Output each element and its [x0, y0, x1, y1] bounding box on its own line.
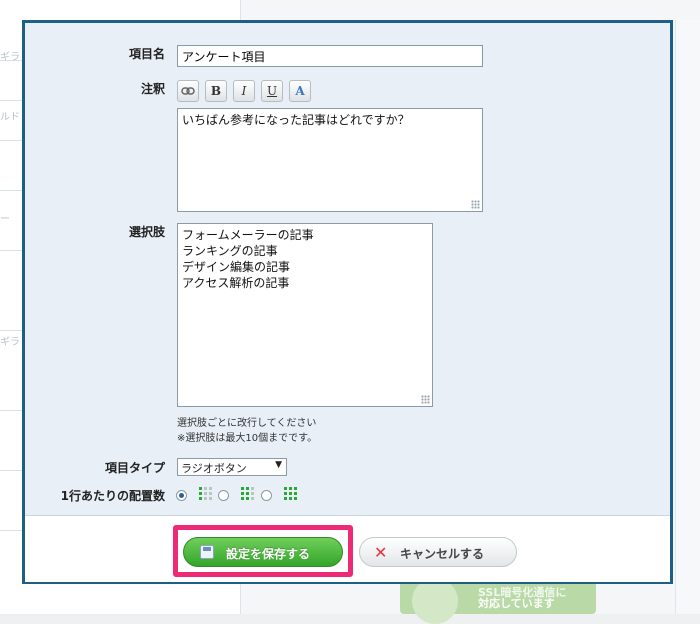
item-name-label: 項目名: [128, 47, 165, 61]
resize-grip-icon[interactable]: [421, 395, 430, 404]
note-label: 注釈: [140, 82, 165, 96]
choice-item: フォームメーラーの記事: [182, 228, 314, 242]
highlight-frame: [173, 525, 353, 577]
item-type-selected: ラジオボタン: [181, 462, 247, 475]
layout-radio-3[interactable]: [261, 490, 272, 501]
background-label: ー: [0, 214, 10, 225]
layout-count-label: 1行あたりの配置数: [60, 489, 165, 503]
resize-grip-icon[interactable]: [471, 200, 480, 209]
form-area: 項目名 注釈 B I U A いちばん参考になった記事はどれですか？ 選択肢 フ…: [25, 23, 670, 515]
text-color-button[interactable]: A: [289, 80, 311, 102]
cancel-label: キャンセルする: [400, 547, 485, 561]
cancel-button[interactable]: ✕ キャンセルする: [359, 537, 517, 567]
choices-label: 選択肢: [128, 225, 165, 239]
layout-radio-2[interactable]: [218, 490, 229, 501]
choices-textarea[interactable]: フォームメーラーの記事 ランキングの記事 デザイン編集の記事 アクセス解析の記事: [177, 223, 433, 407]
bold-button[interactable]: B: [205, 80, 227, 102]
note-text: いちばん参考になった記事はどれですか？: [182, 113, 410, 127]
underline-button[interactable]: U: [261, 80, 283, 102]
choices-hint-max: ※選択肢は最大10個までです。: [177, 433, 318, 444]
choices-hint-newline: 選択肢ごとに改行してください: [177, 418, 317, 429]
ssl-banner: SSL暗号化通信に 対応しています: [400, 578, 596, 624]
background-label: ギラ: [0, 52, 20, 63]
choice-item: ランキングの記事: [182, 244, 278, 258]
italic-button[interactable]: I: [233, 80, 255, 102]
background-label: ルド: [0, 112, 20, 123]
background-right-panel: [675, 20, 700, 614]
item-name-input[interactable]: [177, 45, 483, 67]
layout-2-column-icon: [241, 487, 254, 500]
item-type-select[interactable]: ラジオボタン ▼: [177, 458, 287, 476]
item-type-label: 項目タイプ: [104, 461, 165, 475]
link-button[interactable]: [177, 80, 199, 102]
note-textarea[interactable]: いちばん参考になった記事はどれですか？: [177, 108, 483, 212]
lock-icon: [412, 578, 458, 624]
link-icon: [181, 87, 195, 95]
choice-item: デザイン編集の記事: [182, 260, 291, 274]
choice-item: アクセス解析の記事: [182, 276, 290, 290]
layout-3-column-icon: [284, 487, 297, 500]
close-icon: ✕: [374, 543, 388, 562]
ssl-banner-line2: 対応しています: [478, 597, 555, 610]
layout-radio-1[interactable]: [176, 490, 187, 501]
item-settings-dialog: 項目名 注釈 B I U A いちばん参考になった記事はどれですか？ 選択肢 フ…: [22, 20, 673, 584]
layout-1-column-icon: [199, 487, 212, 500]
chevron-down-icon: ▼: [275, 460, 282, 470]
background-label: ギラ: [0, 337, 20, 348]
